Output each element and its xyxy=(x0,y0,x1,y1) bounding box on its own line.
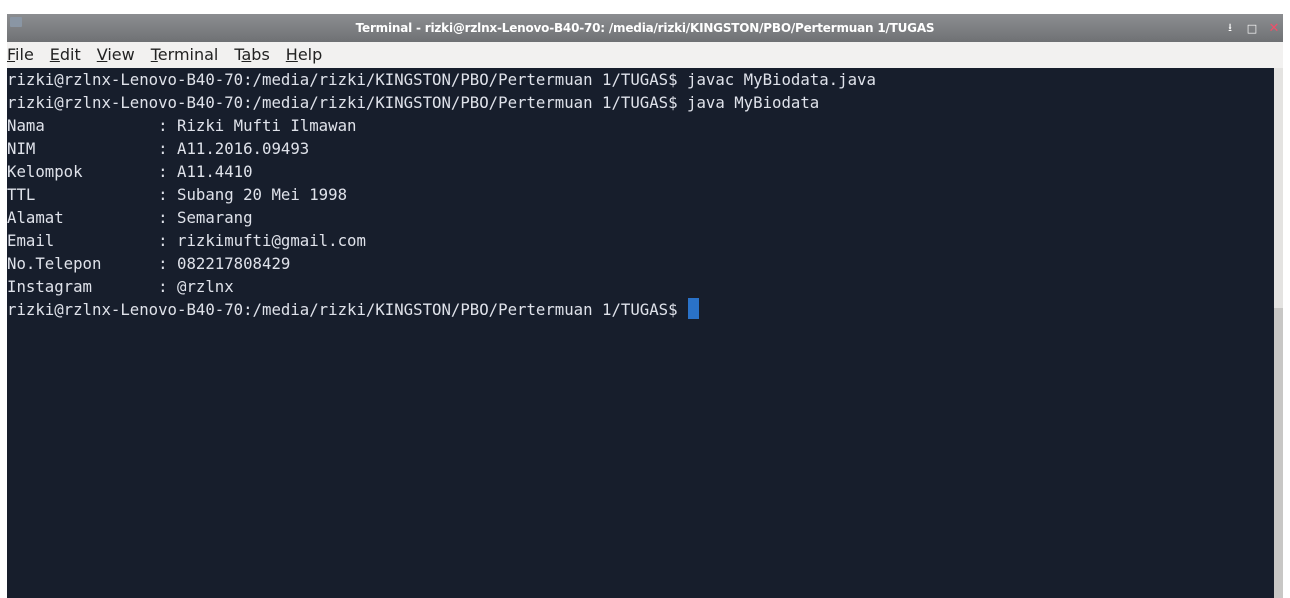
menu-item-help[interactable]: Help xyxy=(278,42,330,68)
terminal-line: Kelompok : A11.4410 xyxy=(7,162,253,181)
terminal-line: Instagram : @rzlnx xyxy=(7,277,234,296)
terminal-line: NIM : A11.2016.09493 xyxy=(7,139,310,158)
shell-prompt: rizki@rzlnx-Lenovo-B40-70:/media/rizki/K… xyxy=(7,300,688,319)
terminal-line: Alamat : Semarang xyxy=(7,208,253,227)
prompt-line: rizki@rzlnx-Lenovo-B40-70:/media/rizki/K… xyxy=(7,298,1274,321)
terminal-line: rizki@rzlnx-Lenovo-B40-70:/media/rizki/K… xyxy=(7,70,876,89)
minimize-icon[interactable]: ⭳ xyxy=(1224,19,1236,38)
terminal-window: Terminal - rizki@rzlnx-Lenovo-B40-70: /m… xyxy=(7,14,1283,598)
terminal-line: No.Telepon : 082217808429 xyxy=(7,254,291,273)
menu-item-view[interactable]: View xyxy=(89,42,143,68)
vertical-scrollbar[interactable] xyxy=(1274,68,1283,598)
terminal-line: TTL : Subang 20 Mei 1998 xyxy=(7,185,348,204)
menu-bar: File Edit View Terminal Tabs Help xyxy=(7,42,1283,68)
window-title: Terminal - rizki@rzlnx-Lenovo-B40-70: /m… xyxy=(355,21,935,35)
menu-item-tabs[interactable]: Tabs xyxy=(226,42,277,68)
scrollbar-thumb[interactable] xyxy=(1274,308,1283,598)
terminal-line: Email : rizkimufti@gmail.com xyxy=(7,231,366,250)
close-icon[interactable]: ✕ xyxy=(1268,21,1280,36)
terminal-line: rizki@rzlnx-Lenovo-B40-70:/media/rizki/K… xyxy=(7,93,820,112)
terminal-line: Nama : Rizki Mufti Ilmawan xyxy=(7,116,357,135)
menu-item-edit[interactable]: Edit xyxy=(42,42,89,68)
terminal-lines: rizki@rzlnx-Lenovo-B40-70:/media/rizki/K… xyxy=(7,68,1274,298)
terminal-output[interactable]: rizki@rzlnx-Lenovo-B40-70:/media/rizki/K… xyxy=(7,68,1274,598)
title-bar[interactable]: Terminal - rizki@rzlnx-Lenovo-B40-70: /m… xyxy=(7,14,1283,42)
menu-item-terminal[interactable]: Terminal xyxy=(143,42,227,68)
menu-item-file[interactable]: File xyxy=(7,42,42,68)
text-cursor xyxy=(688,298,700,319)
window-controls: ⭳ □ ✕ xyxy=(1224,14,1280,42)
maximize-icon[interactable]: □ xyxy=(1246,22,1258,35)
